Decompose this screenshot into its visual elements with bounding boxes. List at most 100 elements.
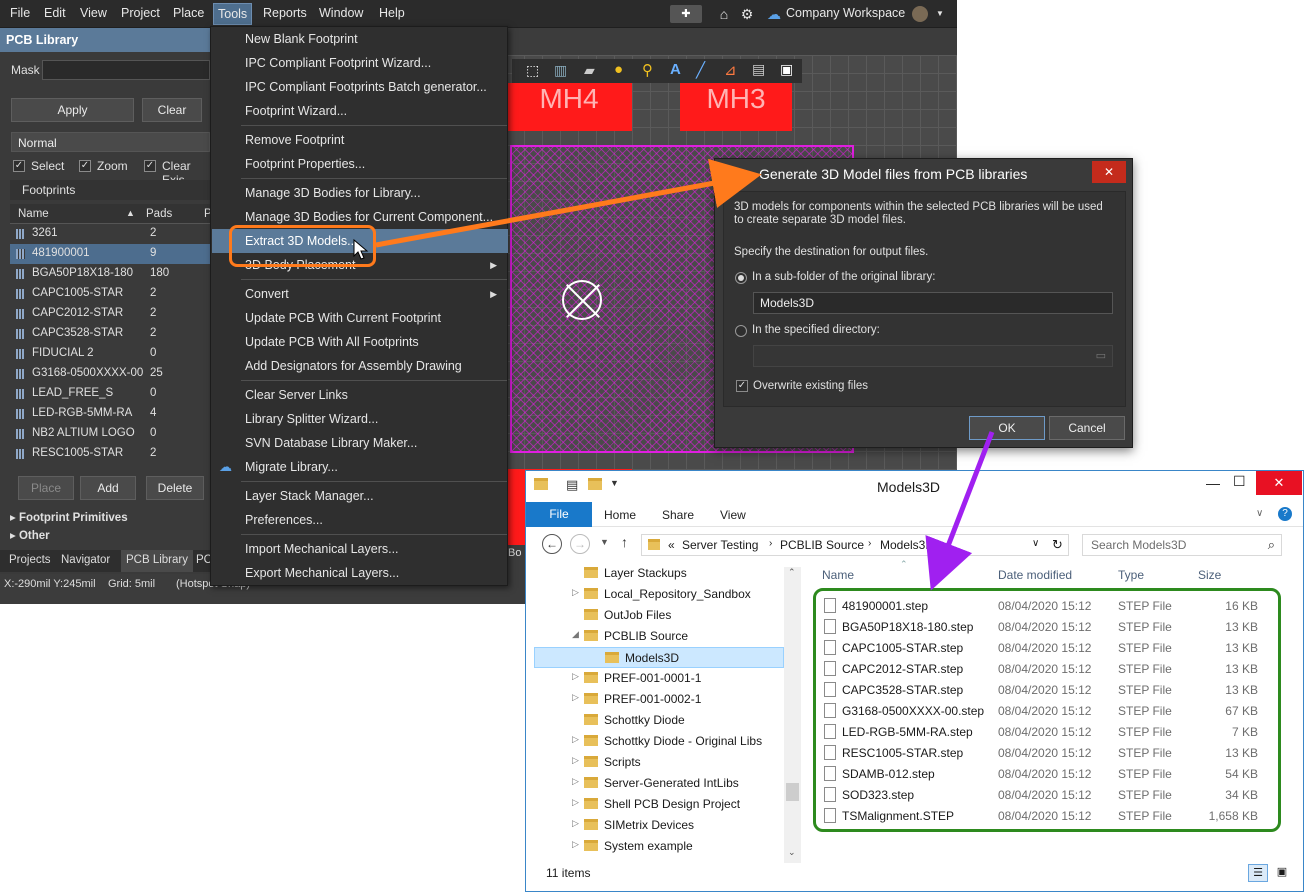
pad-mh3[interactable]: MH3 <box>680 83 792 131</box>
col-date-header[interactable]: Date modified <box>998 568 1072 582</box>
address-prefix[interactable]: « <box>668 538 675 552</box>
search-placeholder[interactable]: Search Models3D <box>1091 538 1186 552</box>
footprint-primitives-section[interactable]: ▸ Footprint Primitives <box>10 510 128 524</box>
tab-navigator[interactable]: Navigator <box>61 554 110 566</box>
menu-file[interactable]: File <box>10 6 30 20</box>
tree-item[interactable]: OutJob Files <box>534 605 784 626</box>
breadcrumb-separator-icon[interactable]: › <box>868 538 871 549</box>
up-icon[interactable]: ↑ <box>621 534 628 550</box>
breadcrumb-separator-icon[interactable]: › <box>769 538 772 549</box>
breadcrumb-pcblib-source[interactable]: PCBLIB Source <box>780 538 864 552</box>
file-row[interactable]: CAPC1005-STAR.step 08/04/2020 15:12 STEP F… <box>822 637 1262 658</box>
expand-icon[interactable]: ▷ <box>572 587 579 598</box>
select-checkbox[interactable]: ✓ <box>13 160 25 172</box>
properties-icon[interactable]: ▤ <box>566 477 578 493</box>
file-row[interactable]: G3168-0500XXXX-00.step 08/04/2020 15:12 ST… <box>822 700 1262 721</box>
file-row[interactable]: BGA50P18X18-180.step 08/04/2020 15:12 STEP… <box>822 616 1262 637</box>
scroll-thumb[interactable] <box>786 783 799 801</box>
tree-scrollbar[interactable]: ⌃ ⌄ <box>784 567 801 863</box>
menu-item-update-pcb-current[interactable]: Update PCB With Current Footprint <box>245 311 441 325</box>
search-box[interactable]: Search Models3D ⌕ <box>1082 534 1282 556</box>
search-icon[interactable]: ⌕ <box>1268 537 1275 553</box>
refresh-icon[interactable]: ↻ <box>1052 537 1063 553</box>
tree-item[interactable]: ▷ Scripts <box>534 752 784 773</box>
col-pads[interactable]: Pads <box>146 208 172 220</box>
menu-item-convert[interactable]: Convert <box>245 287 289 301</box>
close-icon[interactable]: ✕ <box>1256 471 1302 495</box>
directory-input[interactable]: ▭ <box>753 345 1113 367</box>
details-view-icon[interactable]: ☰ <box>1248 864 1268 882</box>
file-row[interactable]: CAPC2012-STAR.step 08/04/2020 15:12 STEP F… <box>822 658 1262 679</box>
tree-item[interactable]: Schottky Diode <box>534 710 784 731</box>
tree-item[interactable]: Models3D <box>534 647 784 668</box>
menu-help[interactable]: Help <box>379 6 405 20</box>
menu-item-svn-db-maker[interactable]: SVN Database Library Maker... <box>245 436 417 450</box>
menu-reports[interactable]: Reports <box>263 6 307 20</box>
apply-button[interactable]: Apply <box>11 98 134 122</box>
expand-icon[interactable]: ▷ <box>572 671 579 682</box>
footprint-row[interactable]: LED-RGB-5MM-RA 4 <box>10 404 210 424</box>
col-type-header[interactable]: Type <box>1118 568 1144 582</box>
file-row[interactable]: TSMalignment.STEP 08/04/2020 15:12 STEP Fi… <box>822 805 1262 826</box>
menu-item-remove-footprint[interactable]: Remove Footprint <box>245 133 344 147</box>
tree-item[interactable]: ▷ System example <box>534 836 784 857</box>
tree-item[interactable]: ▷ SIMetrix Devices <box>534 815 784 836</box>
menu-item-update-pcb-all[interactable]: Update PCB With All Footprints <box>245 335 419 349</box>
home-icon[interactable]: ⌂ <box>714 5 734 23</box>
close-icon[interactable]: ✕ <box>1092 161 1126 183</box>
col-name-header[interactable]: Name <box>822 568 854 582</box>
workspace-label[interactable]: Company Workspace <box>786 6 905 20</box>
ribbon-home-tab[interactable]: Home <box>604 508 636 522</box>
scroll-up-icon[interactable]: ⌃ <box>788 567 796 578</box>
menu-place[interactable]: Place <box>173 6 204 20</box>
footprint-row[interactable]: 481900001 9 <box>10 244 210 264</box>
tiles-view-icon[interactable]: ▣ <box>1272 864 1292 882</box>
footprint-row[interactable]: BGA50P18X18-180 180 <box>10 264 210 284</box>
text-icon[interactable]: A <box>670 61 681 78</box>
chevron-down-icon[interactable]: ∨ <box>1256 508 1263 519</box>
expand-icon[interactable]: ▷ <box>572 734 579 745</box>
menu-item-library-splitter[interactable]: Library Splitter Wizard... <box>245 412 378 426</box>
menu-item-clear-server-links[interactable]: Clear Server Links <box>245 388 348 402</box>
file-row[interactable]: 481900001.step 08/04/2020 15:12 STEP File 1… <box>822 595 1262 616</box>
tree-item[interactable]: Layer Stackups <box>534 563 784 584</box>
menu-item-ipc-batch[interactable]: IPC Compliant Footprints Batch generator… <box>245 80 487 94</box>
place-pad-icon[interactable]: ▰ <box>584 62 595 79</box>
tab-projects[interactable]: Projects <box>9 554 51 566</box>
minimize-icon[interactable]: — <box>1206 475 1220 491</box>
footprint-row[interactable]: G3168-0500XXXX-00 25 <box>10 364 210 384</box>
breadcrumb-models3d[interactable]: Models3D <box>880 538 934 552</box>
collapse-icon[interactable]: ◢ <box>572 629 579 640</box>
expand-icon[interactable]: ▷ <box>572 776 579 787</box>
col-size-header[interactable]: Size <box>1198 568 1221 582</box>
clear-button[interactable]: Clear <box>142 98 202 122</box>
directory-radio[interactable] <box>735 325 747 337</box>
footprint-row[interactable]: CAPC2012-STAR 2 <box>10 304 210 324</box>
delete-button[interactable]: Delete <box>146 476 204 500</box>
pad-mh4[interactable]: MH4 <box>506 83 632 131</box>
folder-browse-icon[interactable]: ▭ <box>1096 349 1106 362</box>
menu-item-add-designators[interactable]: Add Designators for Assembly Drawing <box>245 359 462 373</box>
highlight-icon[interactable]: ⚲ <box>642 61 653 79</box>
select-rect-icon[interactable]: ⬚ <box>526 62 539 79</box>
avatar[interactable] <box>912 6 928 22</box>
menu-edit[interactable]: Edit <box>44 6 66 20</box>
col-name[interactable]: Name <box>18 208 49 220</box>
tree-item[interactable]: ▷ Shell PCB Design Project <box>534 794 784 815</box>
expand-icon[interactable]: ▷ <box>572 839 579 850</box>
expand-icon[interactable]: ▷ <box>572 818 579 829</box>
menu-window[interactable]: Window <box>319 6 363 20</box>
forward-icon[interactable]: → <box>570 534 590 554</box>
ribbon-share-tab[interactable]: Share <box>662 508 694 522</box>
menu-item-ipc-wizard[interactable]: IPC Compliant Footprint Wizard... <box>245 56 431 70</box>
menu-item-layer-stack-manager[interactable]: Layer Stack Manager... <box>245 489 374 503</box>
qat-dropdown-icon[interactable]: ▼ <box>610 478 619 488</box>
menu-item-new-blank-footprint[interactable]: New Blank Footprint <box>245 32 358 46</box>
back-icon[interactable]: ← <box>542 534 562 554</box>
ok-button[interactable]: OK <box>969 416 1045 440</box>
file-row[interactable]: SDAMB-012.step 08/04/2020 15:12 STEP File 5… <box>822 763 1262 784</box>
cancel-button[interactable]: Cancel <box>1049 416 1125 440</box>
menu-project[interactable]: Project <box>121 6 160 20</box>
chevron-down-icon[interactable]: ▼ <box>930 5 950 23</box>
footprint-row[interactable]: CAPC3528-STAR 2 <box>10 324 210 344</box>
